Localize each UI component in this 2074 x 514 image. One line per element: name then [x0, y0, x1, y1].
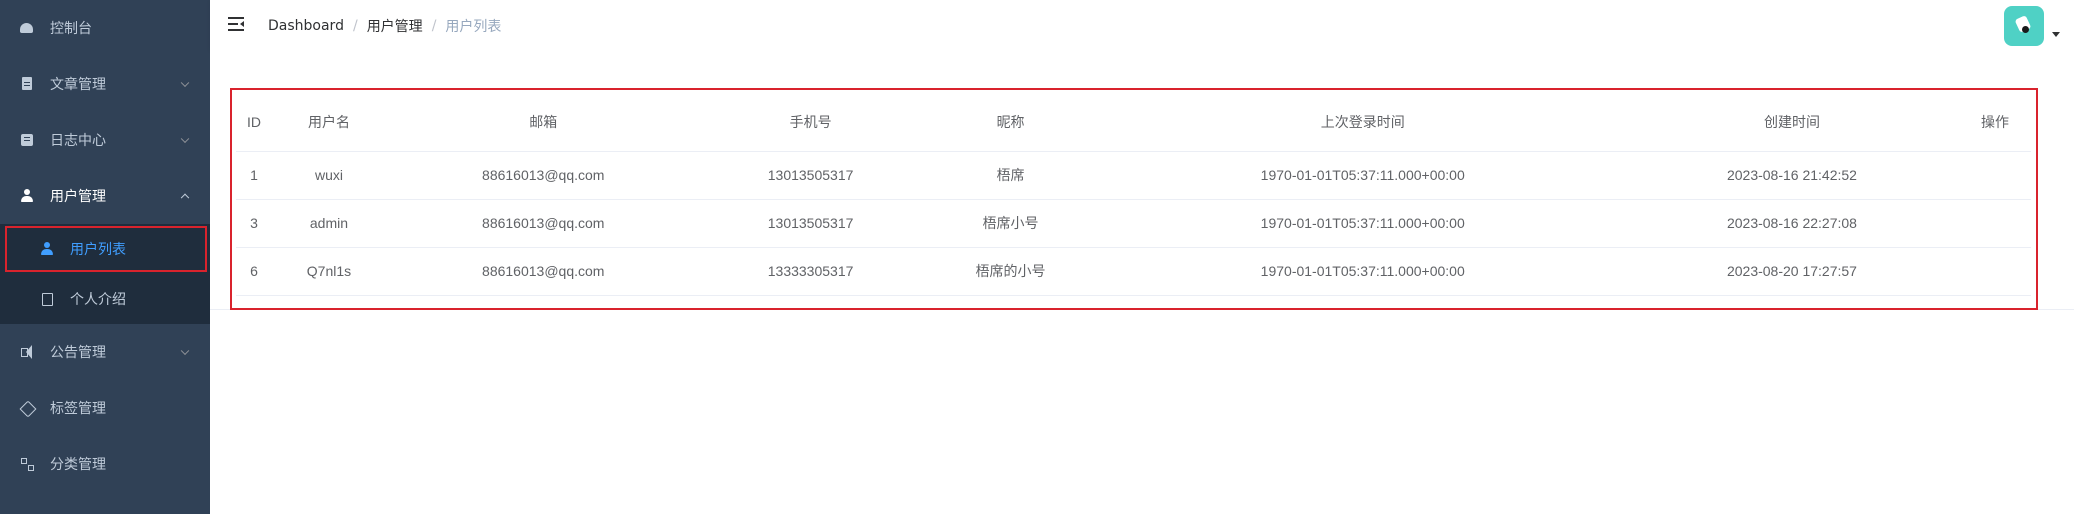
sidebar-item-label: 文章管理 — [50, 77, 106, 93]
breadcrumb-user-management: 用户管理 — [366, 19, 423, 35]
sidebar-item-label: 日志中心 — [50, 133, 106, 149]
sidebar-item-label: 分类管理 — [50, 457, 106, 473]
column-header-nickname: 昵称 — [920, 94, 1101, 152]
dashboard-icon — [20, 21, 34, 35]
cell-id: 1 — [236, 151, 272, 200]
tag-icon — [20, 401, 34, 415]
cell-email: 88616013@qq.com — [385, 247, 701, 296]
cell-nickname: 梧席小号 — [920, 199, 1101, 248]
cell-phone: 13333305317 — [700, 247, 921, 296]
cell-created: 2023-08-16 22:27:08 — [1624, 199, 1959, 248]
cell-nickname: 梧席的小号 — [920, 247, 1101, 296]
sidebar-item-tags[interactable]: 标签管理 — [0, 380, 210, 436]
cell-last-login: 1970-01-01T05:37:11.000+00:00 — [1100, 151, 1625, 200]
user-table-container: ID 用户名 邮箱 手机号 昵称 上次登录时间 创建时间 操作 1 wuxi 8… — [230, 88, 2038, 310]
sidebar-item-categories[interactable]: 分类管理 — [0, 436, 210, 492]
column-header-actions: 操作 — [1959, 94, 2031, 152]
cell-created: 2023-08-16 21:42:52 — [1624, 151, 1959, 200]
sidebar-item-label: 个人介绍 — [70, 292, 126, 308]
profile-card-icon — [40, 292, 54, 306]
sidebar-item-label: 控制台 — [50, 21, 92, 37]
cell-actions — [1959, 151, 2031, 200]
sidebar-item-profile[interactable]: 个人介绍 — [0, 274, 210, 324]
sidebar-item-articles[interactable]: 文章管理 — [0, 56, 210, 112]
user-table: ID 用户名 邮箱 手机号 昵称 上次登录时间 创建时间 操作 1 wuxi 8… — [236, 94, 2031, 296]
table-row[interactable]: 6 Q7nl1s 88616013@qq.com 13333305317 梧席的… — [236, 247, 2031, 296]
cell-email: 88616013@qq.com — [385, 199, 701, 248]
log-icon — [20, 133, 34, 147]
hamburger-icon[interactable] — [228, 17, 244, 31]
cell-actions — [1959, 247, 2031, 296]
chevron-up-icon — [180, 193, 190, 203]
sidebar-item-label: 公告管理 — [50, 345, 106, 361]
column-header-email: 邮箱 — [385, 94, 701, 152]
main-content: ID 用户名 邮箱 手机号 昵称 上次登录时间 创建时间 操作 1 wuxi 8… — [210, 50, 2074, 310]
cell-actions — [1959, 199, 2031, 248]
avatar[interactable] — [2004, 6, 2044, 46]
breadcrumb-separator: / — [431, 18, 437, 34]
breadcrumb-user-list: 用户列表 — [445, 19, 502, 35]
column-header-created: 创建时间 — [1624, 94, 1959, 152]
chevron-down-icon — [180, 346, 190, 356]
cell-phone: 13013505317 — [700, 151, 921, 200]
navbar: Dashboard / 用户管理 / 用户列表 — [210, 0, 2074, 50]
sidebar-item-label: 用户管理 — [50, 189, 106, 205]
breadcrumb-separator: / — [352, 18, 358, 34]
speaker-icon — [20, 345, 34, 359]
cell-created: 2023-08-20 17:27:57 — [1624, 247, 1959, 296]
user-icon — [20, 189, 34, 203]
document-icon — [20, 77, 34, 91]
users-submenu: 用户列表 个人介绍 — [0, 224, 210, 324]
cell-id: 6 — [236, 247, 272, 296]
cell-email: 88616013@qq.com — [385, 151, 701, 200]
caret-down-icon[interactable] — [2052, 32, 2060, 37]
sidebar-item-users[interactable]: 用户管理 — [0, 168, 210, 224]
sidebar-item-announcements[interactable]: 公告管理 — [0, 324, 210, 380]
grid-icon — [20, 457, 34, 471]
sidebar: 控制台 文章管理 日志中心 用户管理 用户列表 个人介绍 公告管理 标签管理 分… — [0, 0, 210, 514]
cell-id: 3 — [236, 199, 272, 248]
column-header-phone: 手机号 — [700, 94, 921, 152]
column-header-last-login: 上次登录时间 — [1100, 94, 1625, 152]
chevron-down-icon — [180, 134, 190, 144]
cell-phone: 13013505317 — [700, 199, 921, 248]
table-row[interactable]: 1 wuxi 88616013@qq.com 13013505317 梧席 19… — [236, 151, 2031, 200]
sidebar-item-label: 用户列表 — [70, 242, 126, 258]
cell-username: admin — [271, 199, 386, 248]
sidebar-item-logs[interactable]: 日志中心 — [0, 112, 210, 168]
sidebar-item-dashboard[interactable]: 控制台 — [0, 0, 210, 56]
cell-last-login: 1970-01-01T05:37:11.000+00:00 — [1100, 247, 1625, 296]
cell-username: wuxi — [271, 151, 386, 200]
column-header-id: ID — [236, 94, 272, 152]
sidebar-item-user-list[interactable]: 用户列表 — [0, 224, 210, 274]
cell-nickname: 梧席 — [920, 151, 1101, 200]
cell-last-login: 1970-01-01T05:37:11.000+00:00 — [1100, 199, 1625, 248]
table-header-row: ID 用户名 邮箱 手机号 昵称 上次登录时间 创建时间 操作 — [236, 94, 2031, 152]
cell-username: Q7nl1s — [271, 247, 386, 296]
user-icon — [40, 242, 54, 256]
table-row[interactable]: 3 admin 88616013@qq.com 13013505317 梧席小号… — [236, 199, 2031, 248]
column-header-username: 用户名 — [271, 94, 386, 152]
sidebar-item-label: 标签管理 — [50, 401, 106, 417]
breadcrumb-dashboard[interactable]: Dashboard — [268, 18, 344, 34]
breadcrumb: Dashboard / 用户管理 / 用户列表 — [268, 16, 501, 36]
chevron-down-icon — [180, 78, 190, 88]
